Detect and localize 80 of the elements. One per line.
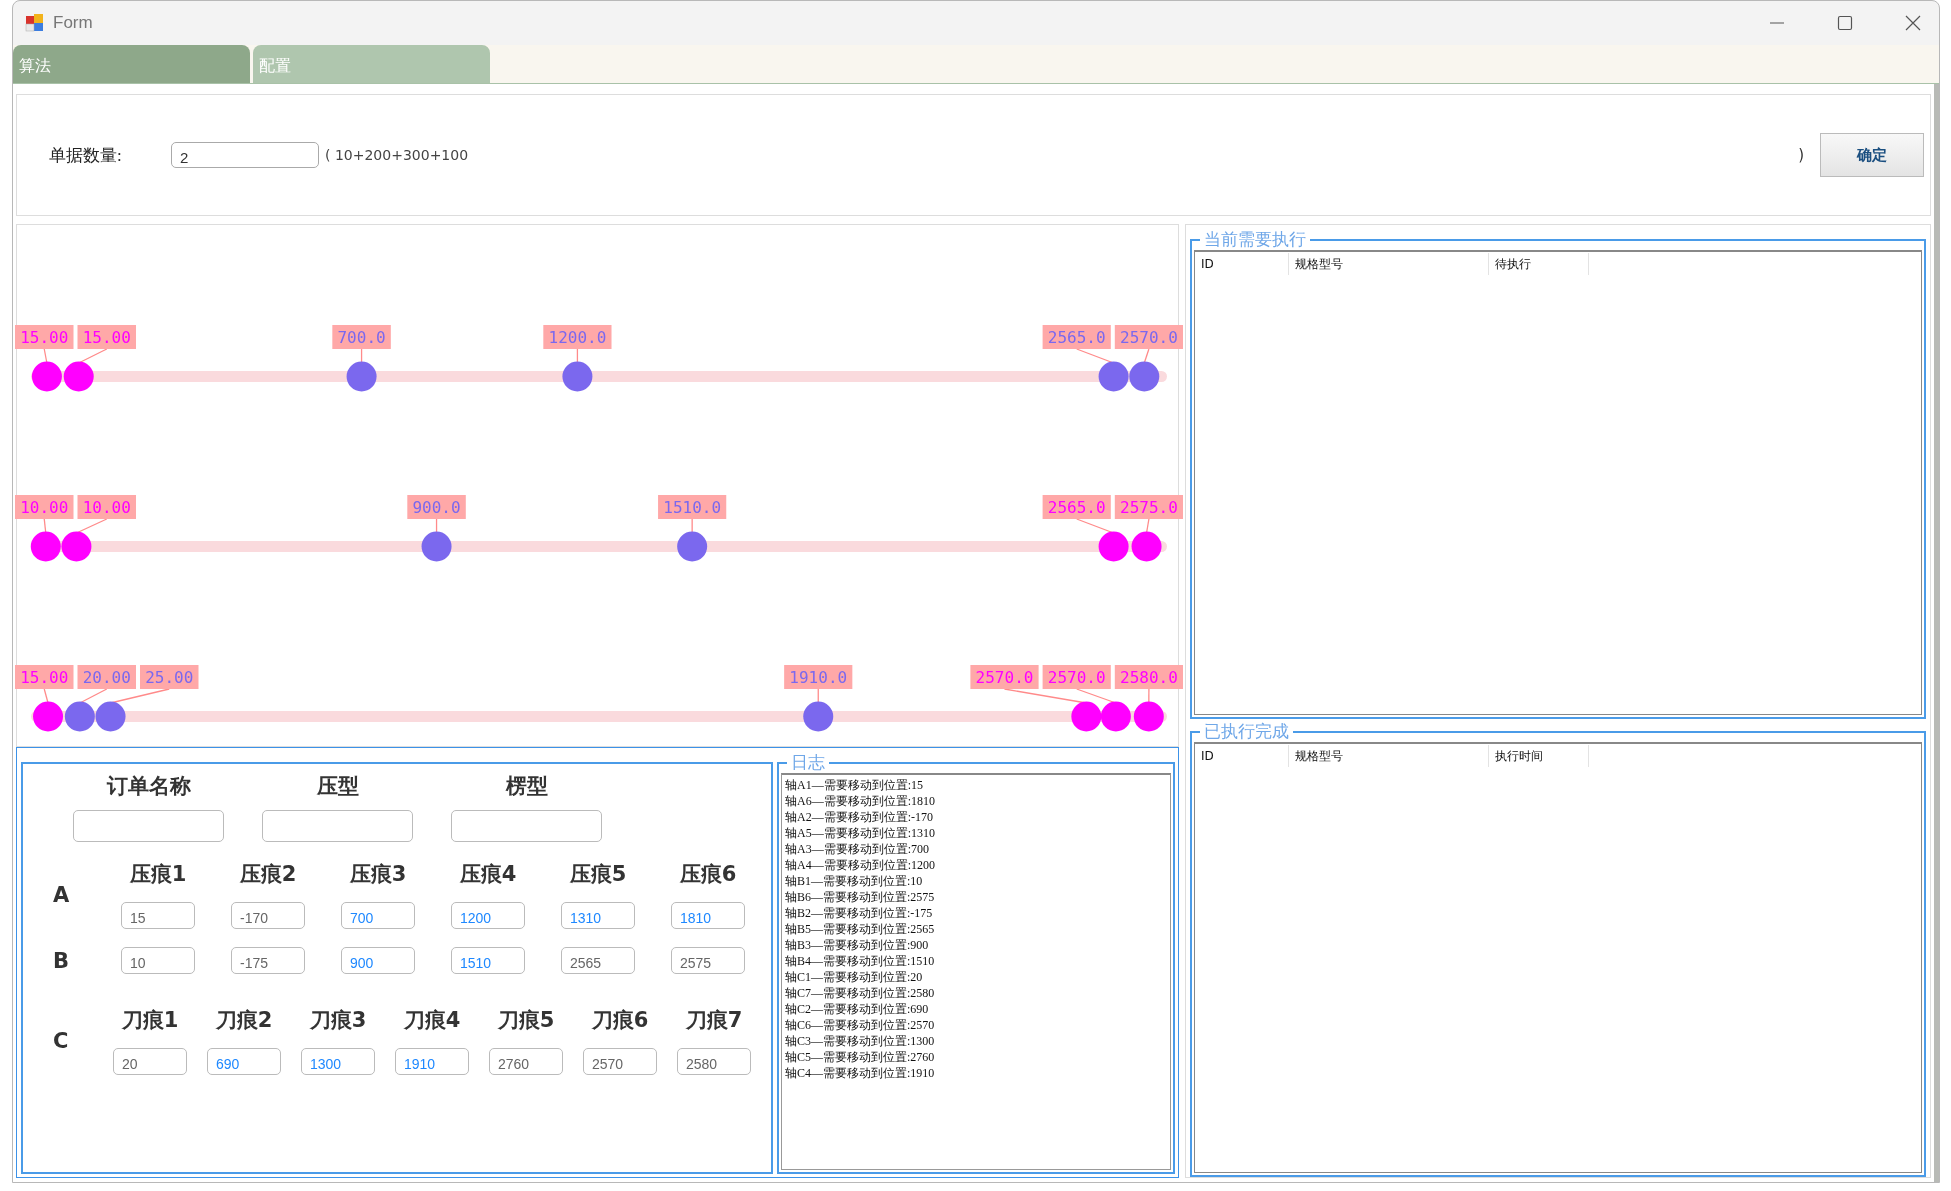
log-line: 轴A4—需要移动到位置:1200 <box>785 857 936 873</box>
input-field[interactable]: 2575 <box>671 947 745 974</box>
row-label: A <box>53 882 71 907</box>
log-line: 轴B6—需要移动到位置:2575 <box>785 889 936 905</box>
field-label: 刀痕5 <box>497 1007 555 1034</box>
window-title: Form <box>53 13 93 33</box>
input-field[interactable]: 900 <box>341 947 415 974</box>
input-field[interactable]: 2565 <box>561 947 635 974</box>
maximize-icon[interactable] <box>1837 15 1853 31</box>
column-header[interactable]: 待执行 <box>1489 253 1589 275</box>
field-label: 刀痕3 <box>309 1007 367 1034</box>
input-field[interactable]: 690 <box>207 1048 281 1075</box>
log-line: 轴C2—需要移动到位置:690 <box>785 1001 930 1017</box>
input-field[interactable]: 10 <box>121 947 195 974</box>
field-label: 压痕1 <box>129 861 187 888</box>
group-title: 日志 <box>787 751 829 773</box>
input-field[interactable]: -170 <box>231 902 305 929</box>
field-label: 刀痕1 <box>121 1007 179 1034</box>
input-field[interactable]: 1300 <box>301 1048 375 1075</box>
log-line: 轴A5—需要移动到位置:1310 <box>785 825 936 841</box>
field-label: 刀痕4 <box>403 1007 461 1034</box>
column-header[interactable]: 规格型号 <box>1289 253 1489 275</box>
field-label: 压痕4 <box>459 861 517 888</box>
column-header[interactable]: ID <box>1195 745 1289 767</box>
log-line: 轴C6—需要移动到位置:2570 <box>785 1017 936 1033</box>
row-label: C <box>53 1028 70 1053</box>
field-label: 压痕3 <box>349 861 407 888</box>
input-field[interactable] <box>262 810 413 842</box>
input-field[interactable]: 700 <box>341 902 415 929</box>
input-field[interactable]: 1310 <box>561 902 635 929</box>
group-title: 已执行完成 <box>1200 720 1293 742</box>
field-label: 压痕5 <box>569 861 627 888</box>
input-field[interactable]: 1810 <box>671 902 745 929</box>
input-field[interactable] <box>73 810 224 842</box>
column-header[interactable]: 执行时间 <box>1489 745 1589 767</box>
log-line: 轴B2—需要移动到位置:-175 <box>785 905 934 921</box>
tab[interactable]: 算法 <box>13 45 250 83</box>
input-field[interactable]: 2580 <box>677 1048 751 1075</box>
hint-text: ( 10+200+300+100 <box>325 147 469 163</box>
log-line: 轴A3—需要移动到位置:700 <box>785 841 930 857</box>
group-title: 当前需要执行 <box>1200 228 1310 250</box>
input-field[interactable]: 2760 <box>489 1048 563 1075</box>
input-field[interactable]: 15 <box>121 902 195 929</box>
log-line: 轴C1—需要移动到位置:20 <box>785 969 924 985</box>
confirm-button[interactable]: 确定 <box>1820 133 1924 177</box>
input-field[interactable]: -175 <box>231 947 305 974</box>
row-label: B <box>53 948 70 973</box>
column-header[interactable]: 规格型号 <box>1289 745 1489 767</box>
hint-text: ) <box>1798 146 1804 164</box>
log-line: 轴C3—需要移动到位置:1300 <box>785 1033 936 1049</box>
field-label: 单据数量: <box>49 144 123 167</box>
log-line: 轴A1—需要移动到位置:15 <box>785 777 924 793</box>
input-field[interactable]: 1510 <box>451 947 525 974</box>
field-label: 压型 <box>316 773 359 800</box>
log-line: 轴B4—需要移动到位置:1510 <box>785 953 936 969</box>
input-field[interactable]: 1200 <box>451 902 525 929</box>
log-line: 轴B5—需要移动到位置:2565 <box>785 921 936 937</box>
input-field[interactable]: 2570 <box>583 1048 657 1075</box>
log-line: 轴C4—需要移动到位置:1910 <box>785 1065 936 1081</box>
input-field[interactable] <box>451 810 602 842</box>
field-label: 刀痕2 <box>215 1007 273 1034</box>
log-line: 轴C5—需要移动到位置:2760 <box>785 1049 936 1065</box>
app-icon <box>25 13 45 33</box>
input-field[interactable]: 1910 <box>395 1048 469 1075</box>
field-label: 压痕6 <box>679 861 737 888</box>
field-label: 刀痕6 <box>591 1007 649 1034</box>
log-line: 轴A6—需要移动到位置:1810 <box>785 793 936 809</box>
input-field[interactable]: 2 <box>171 142 319 168</box>
log-line: 轴C7—需要移动到位置:2580 <box>785 985 936 1001</box>
log-line: 轴B3—需要移动到位置:900 <box>785 937 930 953</box>
field-label: 压痕2 <box>239 861 297 888</box>
log-line: 轴A2—需要移动到位置:-170 <box>785 809 934 825</box>
field-label: 刀痕7 <box>685 1007 743 1034</box>
input-field[interactable]: 20 <box>113 1048 187 1075</box>
close-icon[interactable] <box>1905 15 1921 31</box>
field-label: 楞型 <box>505 773 548 800</box>
column-header[interactable]: ID <box>1195 253 1289 275</box>
field-label: 订单名称 <box>106 773 191 800</box>
tab[interactable]: 配置 <box>253 45 490 83</box>
log-line: 轴B1—需要移动到位置:10 <box>785 873 924 889</box>
